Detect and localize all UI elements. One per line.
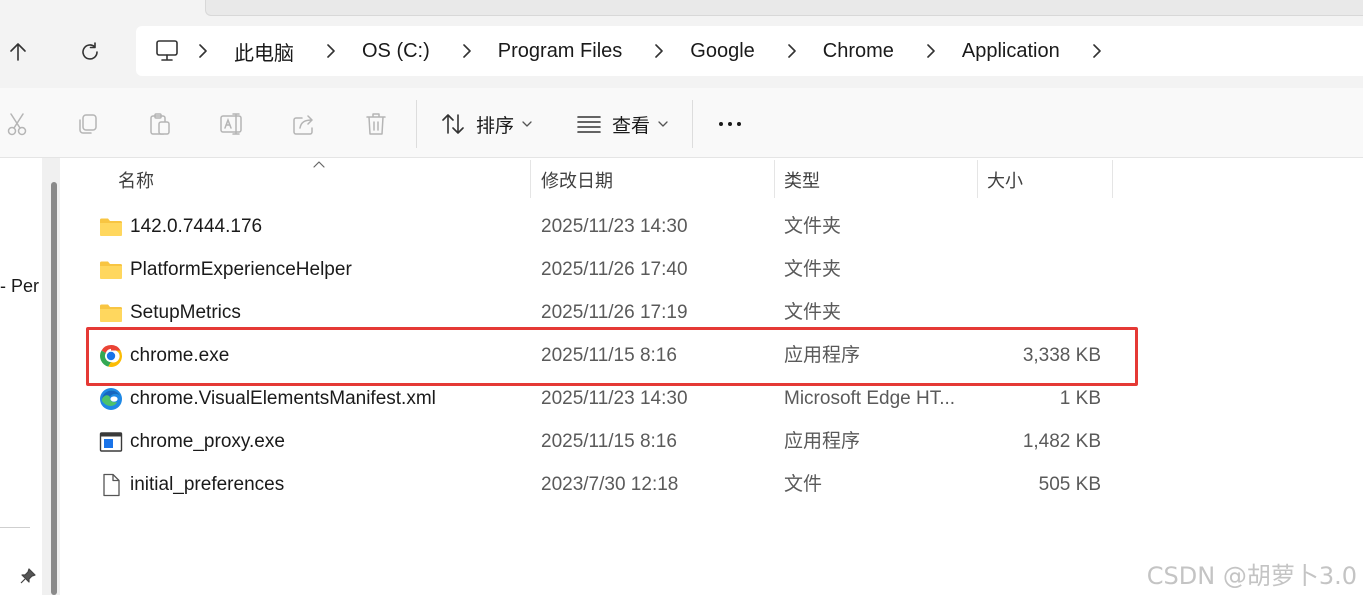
file-row[interactable]: 142.0.7444.176 2025/11/23 14:30 文件夹 [88, 206, 1128, 248]
paste-icon[interactable] [146, 110, 174, 138]
breadcrumb-program-files[interactable]: Program Files [498, 40, 622, 63]
file-type: 应用程序 [784, 431, 861, 452]
file-size: 1,482 KB [1022, 431, 1101, 452]
chevron-down-icon [658, 121, 668, 127]
chevron-right-icon[interactable] [460, 41, 474, 61]
pin-icon [20, 568, 36, 584]
view-button[interactable]: 查看 [576, 108, 668, 140]
column-divider[interactable] [1112, 160, 1113, 198]
column-header-size[interactable]: 大小 [977, 158, 1112, 202]
scrollbar-thumb[interactable] [51, 182, 57, 595]
navigation-bar: 此电脑 OS (C:) Program Files Google Chrome … [0, 16, 1363, 88]
chevron-right-icon[interactable] [196, 41, 210, 61]
toolbar-divider [692, 100, 693, 148]
file-type: 文件夹 [784, 216, 842, 237]
file-modified: 2025/11/15 8:16 [541, 431, 677, 452]
edge-icon [99, 387, 123, 411]
chevron-right-icon[interactable] [324, 41, 338, 61]
column-header-modified[interactable]: 修改日期 [531, 158, 774, 202]
chevron-right-icon[interactable] [1090, 41, 1104, 61]
chevron-right-icon[interactable] [652, 41, 666, 61]
file-row[interactable]: chrome_proxy.exe 2025/11/15 8:16 应用程序 1,… [88, 421, 1128, 463]
navigation-pane-divider [0, 527, 30, 528]
file-size: 505 KB [1038, 474, 1101, 495]
chevron-right-icon[interactable] [924, 41, 938, 61]
folder-icon [99, 301, 123, 325]
toolbar-divider [416, 100, 417, 148]
sort-label: 排序 [476, 115, 515, 137]
sort-button[interactable]: 排序 [440, 108, 532, 140]
file-name: 142.0.7444.176 [130, 216, 263, 237]
file-modified: 2025/11/23 14:30 [541, 216, 688, 237]
breadcrumb-this-pc[interactable]: 此电脑 [234, 37, 294, 66]
view-list-icon [577, 116, 601, 133]
file-modified: 2023/7/30 12:18 [541, 474, 679, 495]
command-bar: 排序 查看 [0, 88, 1363, 158]
address-bar[interactable]: 此电脑 OS (C:) Program Files Google Chrome … [136, 26, 1363, 76]
share-icon[interactable] [290, 110, 318, 138]
column-header-name[interactable]: 名称 [108, 158, 530, 202]
more-icon[interactable] [712, 110, 748, 138]
column-header-type[interactable]: 类型 [774, 158, 977, 202]
file-type: 文件 [784, 474, 823, 495]
file-name: chrome_proxy.exe [130, 431, 285, 452]
file-row[interactable]: PlatformExperienceHelper 2025/11/26 17:4… [88, 249, 1128, 291]
file-icon [99, 473, 123, 497]
file-name: initial_preferences [130, 474, 285, 495]
file-row[interactable]: initial_preferences 2023/7/30 12:18 文件 5… [88, 464, 1128, 506]
cut-icon[interactable] [3, 110, 31, 138]
refresh-icon[interactable] [74, 36, 106, 68]
application-icon [99, 430, 123, 454]
folder-icon [99, 215, 123, 239]
watermark: CSDN @胡萝卜3.0 [1146, 562, 1357, 590]
file-modified: 2025/11/26 17:40 [541, 259, 688, 280]
rename-icon[interactable] [218, 110, 246, 138]
folder-icon [99, 258, 123, 282]
navigation-pane-item-partial[interactable]: - Per [0, 276, 39, 297]
sort-icon [442, 114, 464, 134]
file-name: PlatformExperienceHelper [130, 259, 352, 280]
chevron-right-icon[interactable] [785, 41, 799, 61]
file-type: 文件夹 [784, 259, 842, 280]
copy-icon[interactable] [74, 110, 102, 138]
tab-strip [205, 0, 1363, 16]
breadcrumb-chrome[interactable]: Chrome [823, 40, 894, 63]
breadcrumb-google[interactable]: Google [690, 40, 755, 63]
chevron-down-icon [522, 121, 532, 127]
breadcrumb-os-c[interactable]: OS (C:) [362, 40, 430, 63]
arrow-up-icon[interactable] [2, 36, 34, 68]
delete-icon[interactable] [362, 110, 390, 138]
highlight-box [86, 327, 1138, 386]
view-label: 查看 [612, 115, 651, 137]
breadcrumb-application[interactable]: Application [962, 40, 1060, 63]
this-pc-icon [152, 36, 182, 66]
